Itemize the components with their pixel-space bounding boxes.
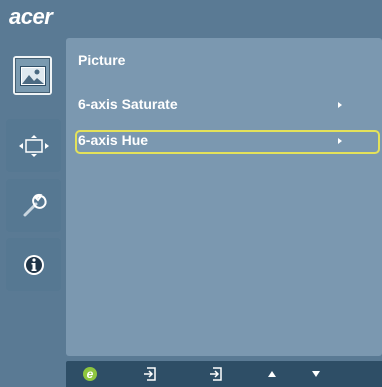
brand-bar: acer <box>0 0 382 34</box>
chevron-right-icon <box>338 102 342 108</box>
sidebar-item-settings[interactable] <box>6 179 61 232</box>
sidebar-item-picture[interactable] <box>13 56 52 95</box>
menu-item-label: 6-axis Hue <box>78 132 149 148</box>
chevron-right-icon <box>338 138 342 144</box>
bottom-button-bar: e <box>66 361 382 387</box>
osd-menu: acer Picture 6-axis Saturate 6-axis Hue … <box>0 0 382 387</box>
up-arrow-icon[interactable] <box>262 364 282 384</box>
down-arrow-icon[interactable] <box>306 364 326 384</box>
wrench-icon <box>20 192 48 220</box>
menu-item-6-axis-hue[interactable]: 6-axis Hue <box>75 130 380 154</box>
info-icon <box>23 254 45 276</box>
svg-text:e: e <box>87 367 94 381</box>
menu-item-6-axis-saturate[interactable]: 6-axis Saturate <box>75 94 380 118</box>
panel-title: Picture <box>78 52 126 68</box>
sidebar-item-screen-position[interactable] <box>6 119 61 172</box>
picture-panel: Picture 6-axis Saturate 6-axis Hue <box>66 38 382 356</box>
acer-logo: acer <box>9 4 53 29</box>
picture-icon <box>15 58 50 93</box>
screen-position-icon <box>18 134 49 157</box>
empowering-icon[interactable]: e <box>80 364 100 384</box>
menu-item-label: 6-axis Saturate <box>78 96 178 112</box>
input-icon[interactable] <box>140 364 160 384</box>
sidebar <box>0 34 66 387</box>
input-icon[interactable] <box>206 364 226 384</box>
sidebar-item-information[interactable] <box>6 238 61 291</box>
